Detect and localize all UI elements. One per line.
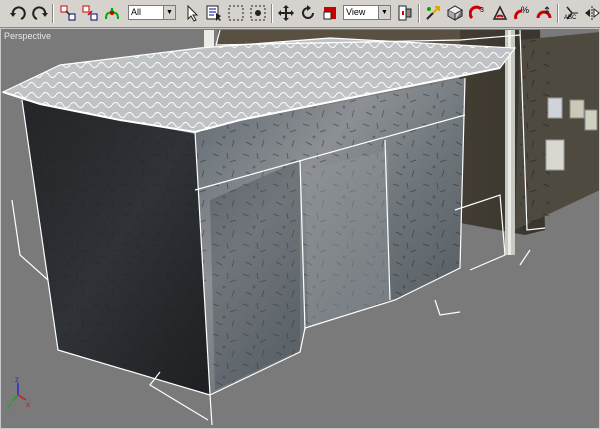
unlink-selection-icon[interactable] bbox=[80, 3, 100, 23]
svg-text:z: z bbox=[15, 375, 19, 384]
mirror-icon[interactable] bbox=[582, 3, 600, 23]
svg-text:%: % bbox=[521, 5, 529, 15]
svg-text:x: x bbox=[26, 400, 30, 409]
select-and-scale-icon[interactable] bbox=[320, 3, 340, 23]
snaps-toggle-icon[interactable]: 3 bbox=[468, 3, 488, 23]
abc-label: ABC bbox=[564, 15, 577, 21]
select-and-rotate-icon[interactable] bbox=[298, 3, 318, 23]
select-by-name-icon[interactable] bbox=[204, 3, 224, 23]
spinner-snap-toggle-icon[interactable] bbox=[534, 3, 554, 23]
selection-filter-value: All bbox=[131, 7, 142, 17]
viewport-label[interactable]: Perspective bbox=[4, 31, 51, 41]
percent-snap-toggle-icon[interactable]: % bbox=[512, 3, 532, 23]
keyboard-shortcut-override-icon[interactable] bbox=[445, 3, 465, 23]
select-and-manipulate-icon[interactable] bbox=[423, 3, 443, 23]
rectangular-selection-region-icon[interactable] bbox=[226, 3, 246, 23]
selection-filter-dropdown[interactable]: All ▼ bbox=[128, 5, 176, 20]
use-pivot-point-center-icon[interactable] bbox=[395, 3, 415, 23]
perspective-viewport[interactable]: z x y Perspective bbox=[0, 28, 600, 429]
toolbar-separator bbox=[52, 4, 54, 23]
bind-to-space-warp-icon[interactable] bbox=[102, 3, 122, 23]
chevron-down-icon: ▼ bbox=[378, 6, 390, 19]
select-and-link-icon[interactable] bbox=[58, 3, 78, 23]
reference-coordinate-dropdown[interactable]: View ▼ bbox=[343, 5, 391, 20]
toolbar-separator bbox=[418, 4, 420, 23]
chevron-down-icon: ▼ bbox=[163, 6, 175, 19]
select-object-icon[interactable] bbox=[182, 3, 202, 23]
main-toolbar: All ▼ View ▼ 3 % ABC bbox=[0, 0, 600, 28]
axis-tripod-icon: z x y bbox=[7, 375, 30, 410]
toolbar-separator bbox=[271, 4, 273, 23]
redo-icon[interactable] bbox=[30, 3, 50, 23]
reference-coordinate-value: View bbox=[346, 7, 366, 17]
angle-snap-toggle-icon[interactable] bbox=[490, 3, 510, 23]
toolbar-separator bbox=[557, 4, 559, 23]
window-crossing-icon[interactable] bbox=[248, 3, 268, 23]
3d-scene: z x y bbox=[1, 29, 600, 426]
svg-text:y: y bbox=[7, 401, 11, 410]
undo-icon[interactable] bbox=[8, 3, 28, 23]
select-and-move-icon[interactable] bbox=[276, 3, 296, 23]
svg-text:3: 3 bbox=[480, 7, 484, 14]
